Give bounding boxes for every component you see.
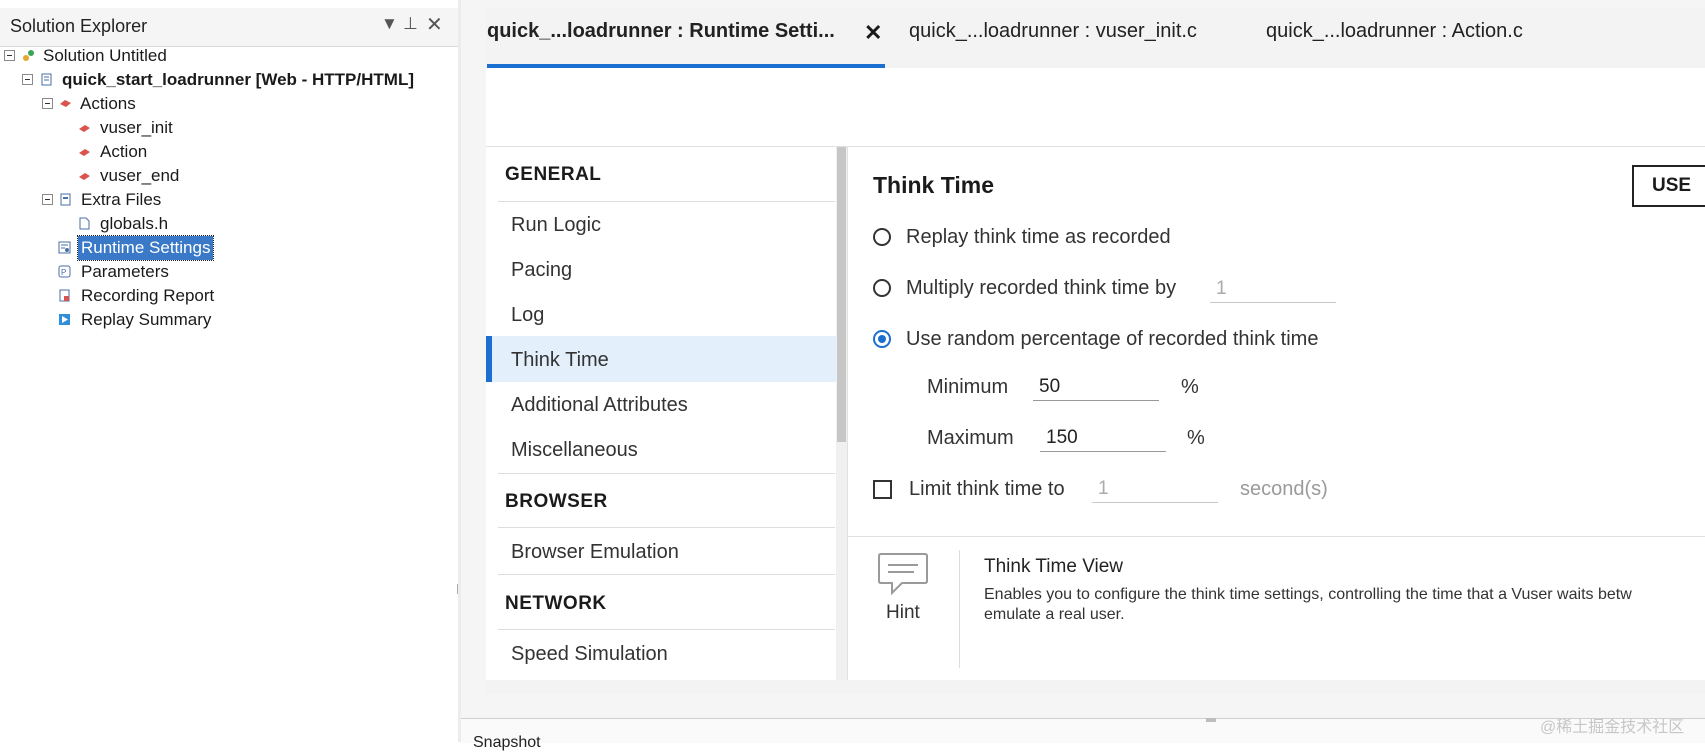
nav-item-think-time[interactable]: Think Time (511, 349, 609, 372)
snapshot-label[interactable]: Snapshot (473, 734, 541, 752)
collapse-icon[interactable] (22, 74, 33, 85)
nav-item-additional-attributes[interactable]: Additional Attributes (511, 394, 688, 417)
minimum-percent: % (1181, 376, 1199, 398)
speech-bubble-icon (878, 553, 928, 596)
hint-description-line: emulate a real user. (984, 606, 1125, 623)
minimum-label: Minimum (927, 376, 1009, 398)
nav-item-miscellaneous[interactable]: Miscellaneous (511, 439, 638, 462)
collapse-icon[interactable] (4, 50, 15, 61)
snapshot-panel-bar (461, 718, 1705, 743)
multiply-label: Multiply recorded think time by (906, 277, 1177, 299)
tree-item-label: Runtime Settings (76, 235, 215, 261)
script-icon (41, 73, 52, 86)
runtime-settings-icon (58, 241, 71, 254)
solution-icon (23, 50, 34, 61)
tree-item-label: Parameters (81, 262, 169, 281)
limit-unit-label: second(s) (1240, 478, 1328, 500)
limit-think-time-checkbox[interactable] (873, 480, 892, 499)
maximum-input[interactable]: 150 (1040, 424, 1166, 452)
svg-text:P: P (61, 268, 66, 277)
collapse-icon[interactable] (42, 98, 53, 109)
hint-title: Think Time View (984, 556, 1124, 577)
action-file-icon (79, 125, 90, 132)
page-title: Think Time (873, 172, 994, 198)
parameters-icon: P (58, 265, 71, 278)
limit-think-time-label: Limit think time to (909, 478, 1065, 500)
nav-active-indicator (486, 336, 492, 382)
action-file-icon (79, 149, 90, 156)
multiply-input[interactable]: 1 (1210, 275, 1336, 303)
tree-item-label: vuser_end (100, 166, 180, 185)
hint-divider (848, 536, 1705, 537)
nav-divider (498, 629, 835, 630)
tree-item-label: quick_start_loadrunner [Web - HTTP/HTML] (62, 70, 414, 89)
close-icon[interactable]: ✕ (426, 12, 443, 37)
replay-icon (59, 314, 70, 325)
nav-scrollbar-thumb[interactable] (837, 147, 846, 442)
radio-random-percentage[interactable] (873, 330, 891, 348)
limit-think-time-input[interactable]: 1 (1092, 475, 1218, 503)
tab-action[interactable]: quick_...loadrunner : Action.c (1266, 20, 1523, 43)
use-defaults-button[interactable]: USE (1632, 165, 1705, 207)
hint-label: Hint (886, 602, 920, 623)
toolbar-area (486, 68, 1705, 147)
nav-item-pacing[interactable]: Pacing (511, 259, 572, 282)
nav-section-network: NETWORK (505, 593, 607, 614)
nav-item-browser-emulation[interactable]: Browser Emulation (511, 541, 679, 564)
hint-description: Enables you to configure the think time … (984, 585, 1632, 625)
radio-multiply[interactable] (873, 279, 891, 297)
tree-item-label: Recording Report (81, 286, 215, 305)
actions-icon (60, 100, 71, 107)
tree-item-label: Solution Untitled (43, 46, 167, 65)
file-icon (79, 217, 90, 230)
nav-item-log[interactable]: Log (511, 304, 544, 327)
action-file-icon (79, 173, 90, 180)
nav-item-speed-simulation[interactable]: Speed Simulation (511, 643, 668, 666)
tree-item-label: vuser_init (100, 118, 173, 137)
nav-item-run-logic[interactable]: Run Logic (511, 214, 601, 237)
nav-divider (498, 574, 835, 575)
tree-item-label: Extra Files (81, 190, 162, 209)
radio-replay-as-recorded[interactable] (873, 228, 891, 246)
tree-item-label: Actions (80, 94, 136, 113)
tab-vuser-init[interactable]: quick_...loadrunner : vuser_init.c (909, 20, 1197, 43)
content-divider (847, 147, 848, 680)
tree-item-label: globals.h (100, 214, 169, 233)
tree-item-label: Replay Summary (81, 310, 212, 329)
pin-icon[interactable]: ⊥ (403, 14, 418, 34)
dropdown-arrow-icon[interactable]: ▼ (381, 14, 398, 34)
bottom-splitter-grip[interactable] (1206, 718, 1216, 722)
minimum-input[interactable]: 50 (1033, 373, 1159, 401)
nav-section-general: GENERAL (505, 164, 602, 185)
tab-runtime-settings[interactable]: quick_...loadrunner : Runtime Setti... (487, 20, 835, 43)
solution-explorer-title: Solution Explorer (10, 16, 148, 36)
nav-section-browser: BROWSER (505, 491, 608, 512)
collapse-icon[interactable] (42, 194, 53, 205)
hint-description-line: Enables you to configure the think time … (984, 586, 1632, 603)
extra-files-icon (60, 193, 71, 206)
hint-vertical-divider (959, 550, 960, 668)
watermark: @稀土掘金技术社区 (1540, 719, 1685, 736)
tree-item-label: Action (100, 142, 148, 161)
maximum-label: Maximum (927, 427, 1014, 449)
nav-divider (498, 201, 835, 202)
solution-explorer-panel (0, 0, 458, 742)
close-tab-icon[interactable]: ✕ (864, 20, 882, 46)
replay-as-recorded-label: Replay think time as recorded (906, 226, 1171, 248)
random-percentage-label: Use random percentage of recorded think … (906, 328, 1319, 350)
nav-divider (498, 527, 835, 528)
report-icon (59, 289, 70, 302)
maximum-percent: % (1187, 427, 1205, 449)
nav-divider (498, 473, 835, 474)
